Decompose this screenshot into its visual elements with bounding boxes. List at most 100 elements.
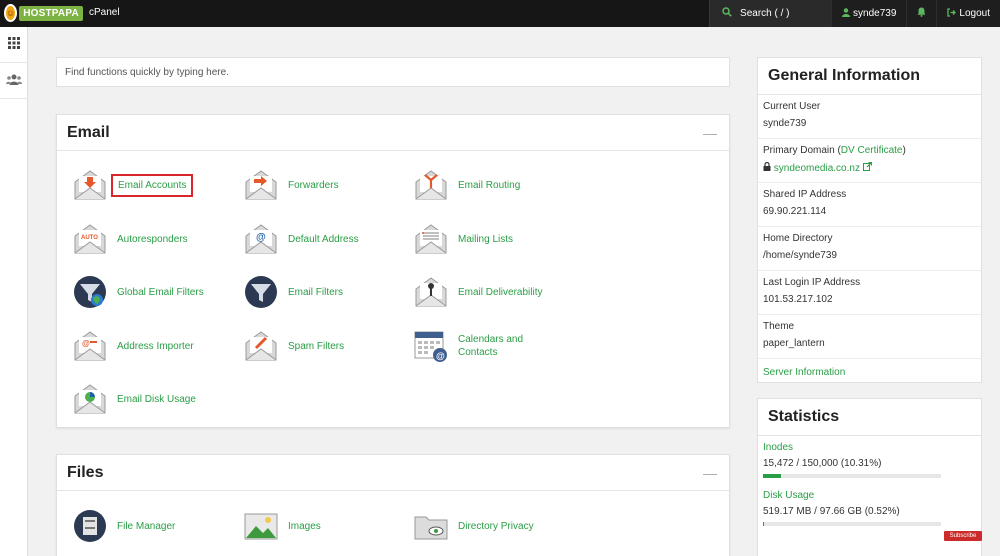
home-directory-value: /home/synde739 [763,250,837,261]
primary-domain-row: Primary Domain (DV Certificate) syndeome… [758,139,981,183]
inodes-value: 15,472 / 150,000 (10.31%) [763,458,882,469]
envelope-pie-icon [73,382,107,416]
general-information-panel: General Information Current User synde73… [757,57,982,383]
disk-usage-label[interactable]: Disk Usage [763,490,976,501]
last-login-label: Last Login IP Address [763,277,861,288]
email-accounts-link[interactable]: Email Accounts [73,167,194,203]
quick-find-placeholder: Find functions quickly by typing here. [65,66,229,78]
svg-text:AUTO: AUTO [81,235,98,241]
envelope-download-icon [73,168,107,202]
file-manager-link[interactable]: File Manager [73,508,175,544]
current-user-value: synde739 [763,118,807,129]
default-address-link[interactable]: @ Default Address [244,221,359,257]
theme-value: paper_lantern [763,338,825,349]
bell-icon [917,7,926,20]
email-deliverability-link[interactable]: Email Deliverability [414,274,542,310]
images-link[interactable]: Images [244,508,321,544]
email-deliverability-label: Email Deliverability [458,286,543,298]
spam-filters-label: Spam Filters [288,340,345,352]
file-manager-label: File Manager [117,520,176,532]
quick-find-input[interactable]: Find functions quickly by typing here. [56,57,730,87]
theme-row: Theme paper_lantern [758,315,981,359]
email-panel: Email — Email Accounts Forwarders Email … [56,114,730,428]
mailing-lists-label: Mailing Lists [458,233,514,245]
general-information-title: General Information [758,58,981,95]
email-routing-link[interactable]: Email Routing [414,167,520,203]
dv-certificate-link[interactable]: DV Certificate [841,145,903,156]
users-icon [6,74,22,88]
shared-ip-label: Shared IP Address [763,189,847,200]
global-email-filters-link[interactable]: Global Email Filters [73,274,204,310]
left-rail [0,27,28,556]
primary-domain-label: Primary Domain (DV Certificate) [763,145,906,156]
email-disk-usage-link[interactable]: Email Disk Usage [73,381,196,417]
home-directory-row: Home Directory /home/synde739 [758,227,981,271]
directory-privacy-link[interactable]: Directory Privacy [414,508,534,544]
statistics-title: Statistics [758,399,981,436]
svg-text:@: @ [256,232,266,243]
email-filters-label: Email Filters [288,286,344,298]
envelope-list-icon [414,222,448,256]
calendars-contacts-label: Calendars and Contacts [458,334,524,358]
email-routing-label: Email Routing [458,179,521,191]
search-icon [722,7,732,20]
collapse-icon[interactable]: — [703,465,717,481]
disk-usage-stat: Disk Usage 519.17 MB / 97.66 GB (0.52%) [758,484,981,532]
user-icon [842,7,851,20]
email-disk-usage-label: Email Disk Usage [117,393,196,405]
rail-users-button[interactable] [0,63,28,99]
logout-icon [947,7,957,20]
files-panel: Files — File Manager Images Directory Pr… [56,454,730,556]
files-panel-title: Files [67,463,104,481]
directory-privacy-label: Directory Privacy [458,520,534,532]
collapse-icon[interactable]: — [703,125,717,141]
image-icon [244,509,278,543]
globe-funnel-icon [73,275,107,309]
spam-filters-link[interactable]: Spam Filters [244,328,344,364]
current-user-label: Current User [763,101,821,112]
forwarders-label: Forwarders [288,179,339,191]
last-login-row: Last Login IP Address 101.53.217.102 [758,271,981,315]
lock-icon [763,161,771,174]
forwarders-link[interactable]: Forwarders [244,167,339,203]
address-importer-label: Address Importer [117,340,194,352]
address-importer-link[interactable]: @ Address Importer [73,328,194,364]
email-filters-link[interactable]: Email Filters [244,274,343,310]
external-link-icon [862,161,872,174]
user-menu[interactable]: synde739 [831,0,907,27]
folder-eye-icon [414,509,448,543]
email-panel-title: Email [67,123,110,141]
notifications-button[interactable] [906,0,937,27]
calendars-contacts-link[interactable]: @ Calendars and Contacts [414,328,532,364]
mailing-lists-link[interactable]: Mailing Lists [414,221,513,257]
inodes-label[interactable]: Inodes [763,442,976,453]
global-email-filters-label: Global Email Filters [117,286,204,298]
primary-domain-value: syndeomedia.co.nz [773,163,860,174]
shared-ip-value: 69.90.221.114 [763,206,827,217]
search-label: Search ( / ) [740,8,790,19]
current-user-row: Current User synde739 [758,95,981,139]
hostpapa-mascot-icon: ☺ [4,4,18,22]
email-accounts-label: Email Accounts [111,173,194,197]
hostpapa-logo[interactable]: ☺ HOSTPAPA [4,2,83,24]
inodes-progress-bar [763,474,941,478]
envelope-key-icon [414,275,448,309]
subscribe-badge[interactable]: Subscribe [944,531,982,541]
disk-usage-progress-bar [763,522,941,526]
envelope-routing-icon [414,168,448,202]
top-search[interactable]: Search ( / ) [709,0,832,27]
theme-label: Theme [763,321,795,332]
rail-tools-button[interactable] [0,27,28,63]
username: synde739 [853,8,897,19]
autoresponders-link[interactable]: AUTO Autoresponders [73,221,188,257]
images-label: Images [288,520,321,532]
default-address-label: Default Address [288,233,359,245]
envelope-at-icon: @ [244,222,278,256]
logout-label: Logout [959,8,990,19]
disk-usage-value: 519.17 MB / 97.66 GB (0.52%) [763,506,900,517]
server-information-link[interactable]: Server Information [758,359,981,386]
logout-button[interactable]: Logout [936,0,1000,27]
funnel-icon [244,275,278,309]
primary-domain-link[interactable]: syndeomedia.co.nz [763,161,976,174]
envelope-spam-icon [244,329,278,363]
